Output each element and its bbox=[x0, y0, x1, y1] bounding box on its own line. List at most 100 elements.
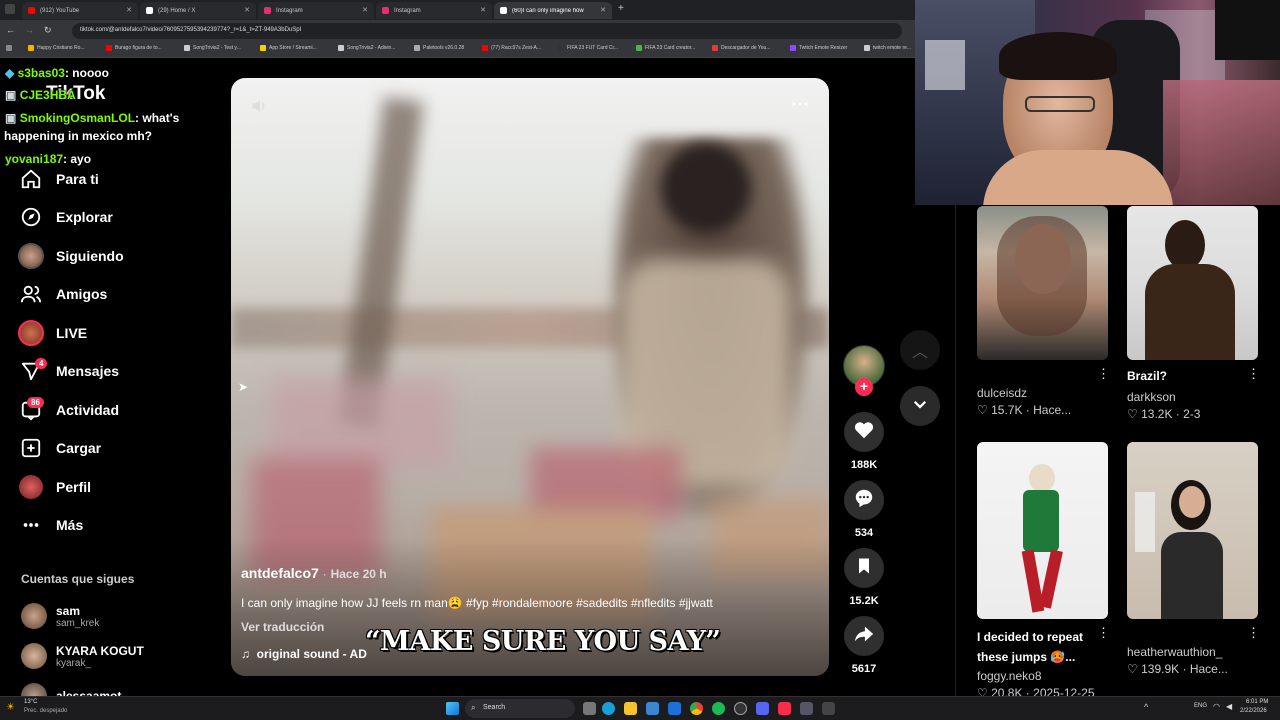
browser-tab[interactable]: (29) Home / X ✕ bbox=[140, 2, 256, 19]
spotify-icon[interactable] bbox=[712, 702, 725, 715]
edge-icon[interactable] bbox=[602, 702, 615, 715]
sidebar-item-perfil[interactable]: Perfil bbox=[18, 474, 91, 500]
following-account[interactable]: sam sam_krek bbox=[21, 603, 99, 629]
chat-badge-icon: ◆ bbox=[5, 66, 15, 80]
bookmark[interactable]: twitch emote re... bbox=[864, 45, 911, 51]
suggestion-caption: Brazil? bbox=[1127, 369, 1168, 383]
sidebar-item-siguiendo[interactable]: Siguiendo bbox=[18, 243, 124, 269]
previous-video-button[interactable]: ︿ bbox=[900, 330, 940, 370]
tab-search-icon[interactable] bbox=[5, 4, 15, 14]
taskbar-search[interactable]: ⌕ Search bbox=[465, 699, 575, 718]
more-options-icon[interactable]: ⋮ bbox=[1247, 625, 1260, 641]
heart-icon bbox=[853, 419, 875, 446]
bookmark[interactable]: FIFA 23 FUT Card Cr... bbox=[558, 45, 618, 51]
sidebar-item-live[interactable]: LIVE bbox=[18, 320, 87, 346]
like-button[interactable] bbox=[844, 412, 884, 452]
following-title: Cuentas que sigues bbox=[21, 572, 135, 586]
new-tab-button[interactable]: + bbox=[618, 3, 624, 14]
file-explorer-icon[interactable] bbox=[624, 702, 637, 715]
forward-icon[interactable]: → bbox=[25, 25, 34, 35]
save-count: 15.2K bbox=[849, 595, 879, 607]
browser-tab-active[interactable]: (60)I can only imagine how ✕ bbox=[494, 2, 612, 19]
bookmark[interactable]: (77) Racc97s Zest-A... bbox=[482, 45, 541, 51]
bookmark[interactable]: Burago figura de to... bbox=[106, 45, 162, 51]
obs-icon[interactable] bbox=[734, 702, 747, 715]
suggestion-user[interactable]: heatherwauthion_ bbox=[1127, 645, 1222, 659]
more-options-icon[interactable]: ⋮ bbox=[1247, 366, 1260, 382]
sidebar-item-mensajes[interactable]: Mensajes bbox=[18, 358, 119, 384]
share-button[interactable] bbox=[844, 616, 884, 656]
sidebar-item-mas[interactable]: Más bbox=[18, 512, 83, 538]
suggestion-thumbnail[interactable] bbox=[1127, 206, 1258, 360]
bookmark[interactable]: FIFA 23 Card creator... bbox=[636, 45, 695, 51]
more-options-icon[interactable]: ⋮ bbox=[1097, 625, 1110, 641]
comment-icon bbox=[853, 487, 875, 514]
next-video-button[interactable] bbox=[900, 386, 940, 426]
save-button[interactable] bbox=[844, 548, 884, 588]
translate-link[interactable]: Ver traducción bbox=[241, 620, 324, 634]
heart-outline-icon: ♡ bbox=[1127, 407, 1138, 421]
bookmark[interactable]: Descargador de You... bbox=[712, 45, 770, 51]
clock-time[interactable]: 6:01 PM bbox=[1246, 699, 1268, 705]
suggestion-thumbnail[interactable] bbox=[1127, 442, 1258, 619]
chat-badge-icon: ▣ bbox=[5, 88, 17, 102]
tray-chevron-icon[interactable]: ^ bbox=[1144, 702, 1148, 712]
chat-message: ▣ SmokingOsmanLOL: what's bbox=[5, 111, 180, 125]
follow-button[interactable]: + bbox=[855, 378, 873, 396]
browser-tab[interactable]: (912) YouTube ✕ bbox=[22, 2, 138, 19]
apps-icon[interactable] bbox=[6, 45, 15, 51]
bookmark[interactable]: SongTrivia2 - Test y... bbox=[184, 45, 241, 51]
sound-line[interactable]: ♫ original sound - AD bbox=[241, 647, 367, 661]
bookmark[interactable]: App Store / Streami... bbox=[260, 45, 317, 51]
more-options-icon[interactable]: ⋮ bbox=[1097, 366, 1110, 382]
upload-icon bbox=[18, 435, 44, 461]
video-player[interactable]: ⋯ antdefalco7 · Hace 20 h I can only ima… bbox=[231, 78, 829, 676]
address-bar-row: ← → ↻ tiktok.com/@antdefalco7/video/7609… bbox=[0, 20, 915, 42]
sidebar-item-para-ti[interactable]: Para ti bbox=[18, 166, 99, 192]
app-icon[interactable] bbox=[800, 702, 813, 715]
following-account[interactable]: KYARA KOGUT kyarak_ bbox=[21, 643, 144, 669]
mail-icon[interactable] bbox=[668, 702, 681, 715]
start-icon[interactable] bbox=[446, 702, 459, 715]
url-input[interactable]: tiktok.com/@antdefalco7/video/7609527595… bbox=[72, 23, 902, 39]
avatar bbox=[21, 603, 47, 629]
chat-message: yovani187: ayo bbox=[5, 152, 92, 166]
bookmark[interactable]: SongTrivia2 - Adivin... bbox=[338, 45, 395, 51]
clock-date[interactable]: 2/22/2026 bbox=[1240, 708, 1267, 714]
sidebar-item-cargar[interactable]: Cargar bbox=[18, 435, 101, 461]
discord-icon[interactable] bbox=[756, 702, 769, 715]
suggestion-thumbnail[interactable] bbox=[977, 442, 1108, 619]
chat-message: ◆ s3bas03: noooo bbox=[5, 66, 109, 80]
task-view-icon[interactable] bbox=[583, 702, 596, 715]
music-app-icon[interactable] bbox=[778, 702, 791, 715]
bookmark[interactable]: Paletools v26.0.28 bbox=[414, 45, 464, 51]
suggestion-user[interactable]: foggy.neko8 bbox=[977, 669, 1042, 683]
back-icon[interactable]: ← bbox=[6, 25, 15, 35]
volume-icon[interactable] bbox=[249, 96, 269, 121]
comment-button[interactable] bbox=[844, 480, 884, 520]
suggestion-meta: ♡ 13.2K · 2-3 bbox=[1127, 407, 1201, 421]
more-options-icon[interactable]: ⋯ bbox=[791, 94, 809, 115]
compass-icon bbox=[18, 204, 44, 230]
heart-outline-icon: ♡ bbox=[977, 403, 988, 417]
like-count: 188K bbox=[850, 459, 878, 471]
store-icon[interactable] bbox=[646, 702, 659, 715]
app-icon[interactable] bbox=[822, 702, 835, 715]
weather-icon[interactable]: ☀ bbox=[6, 702, 15, 713]
suggestion-user[interactable]: dulceisdz bbox=[977, 386, 1027, 400]
sidebar-item-explorar[interactable]: Explorar bbox=[18, 204, 113, 230]
suggestion-user[interactable]: darkkson bbox=[1127, 390, 1176, 404]
more-icon bbox=[18, 512, 44, 538]
bookmark[interactable]: Happy Cristiano Ro... bbox=[28, 45, 85, 51]
reload-icon[interactable]: ↻ bbox=[44, 25, 52, 36]
video-author[interactable]: antdefalco7 bbox=[241, 565, 319, 581]
sidebar-item-amigos[interactable]: Amigos bbox=[18, 281, 107, 307]
suggestion-thumbnail[interactable] bbox=[977, 206, 1108, 360]
speaker-icon[interactable]: ◀ bbox=[1226, 702, 1232, 711]
language-indicator[interactable]: ENG bbox=[1194, 703, 1207, 709]
chrome-icon[interactable] bbox=[690, 702, 703, 715]
bookmark[interactable]: Twitch Emote Resizer bbox=[790, 45, 847, 51]
browser-tab[interactable]: Instagram ✕ bbox=[258, 2, 374, 19]
wifi-icon[interactable]: ◠ bbox=[1213, 702, 1220, 711]
browser-tab[interactable]: Instagram ✕ bbox=[376, 2, 492, 19]
